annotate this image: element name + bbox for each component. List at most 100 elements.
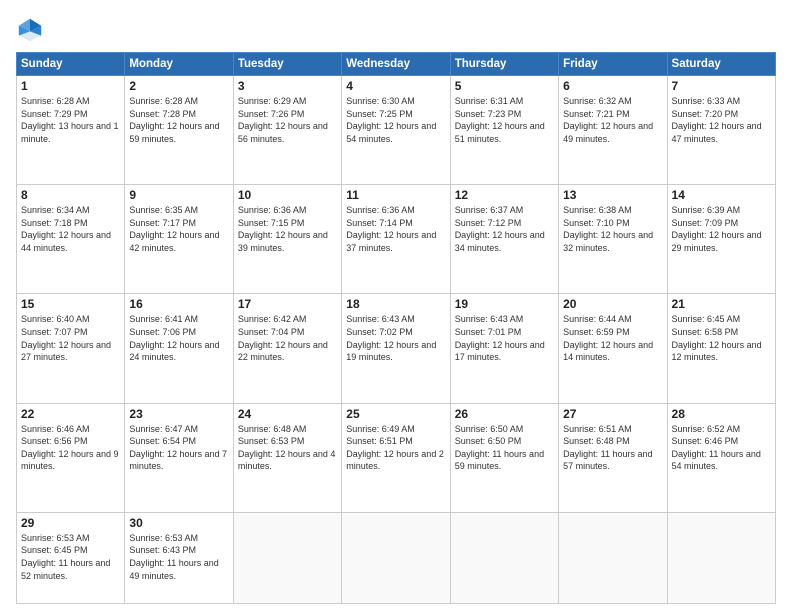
day-cell-22: 22 Sunrise: 6:46 AMSunset: 6:56 PMDaylig…: [17, 403, 125, 512]
day-number: 23: [129, 407, 228, 421]
day-cell-26: 26 Sunrise: 6:50 AMSunset: 6:50 PMDaylig…: [450, 403, 558, 512]
day-cell-23: 23 Sunrise: 6:47 AMSunset: 6:54 PMDaylig…: [125, 403, 233, 512]
day-info: Sunrise: 6:44 AMSunset: 6:59 PMDaylight:…: [563, 314, 653, 362]
day-info: Sunrise: 6:38 AMSunset: 7:10 PMDaylight:…: [563, 205, 653, 253]
day-cell-24: 24 Sunrise: 6:48 AMSunset: 6:53 PMDaylig…: [233, 403, 341, 512]
day-cell-6: 6 Sunrise: 6:32 AMSunset: 7:21 PMDayligh…: [559, 76, 667, 185]
day-cell-7: 7 Sunrise: 6:33 AMSunset: 7:20 PMDayligh…: [667, 76, 775, 185]
day-number: 19: [455, 297, 554, 311]
empty-cell: [342, 512, 450, 603]
day-cell-20: 20 Sunrise: 6:44 AMSunset: 6:59 PMDaylig…: [559, 294, 667, 403]
day-number: 11: [346, 188, 445, 202]
header-thursday: Thursday: [450, 53, 558, 76]
logo-icon: [16, 16, 44, 44]
empty-cell: [559, 512, 667, 603]
day-cell-15: 15 Sunrise: 6:40 AMSunset: 7:07 PMDaylig…: [17, 294, 125, 403]
day-info: Sunrise: 6:49 AMSunset: 6:51 PMDaylight:…: [346, 424, 444, 472]
page: SundayMondayTuesdayWednesdayThursdayFrid…: [0, 0, 792, 612]
day-number: 29: [21, 516, 120, 530]
header-wednesday: Wednesday: [342, 53, 450, 76]
day-info: Sunrise: 6:35 AMSunset: 7:17 PMDaylight:…: [129, 205, 219, 253]
day-number: 3: [238, 79, 337, 93]
day-cell-14: 14 Sunrise: 6:39 AMSunset: 7:09 PMDaylig…: [667, 185, 775, 294]
day-info: Sunrise: 6:47 AMSunset: 6:54 PMDaylight:…: [129, 424, 227, 472]
day-cell-9: 9 Sunrise: 6:35 AMSunset: 7:17 PMDayligh…: [125, 185, 233, 294]
day-info: Sunrise: 6:36 AMSunset: 7:14 PMDaylight:…: [346, 205, 436, 253]
day-cell-13: 13 Sunrise: 6:38 AMSunset: 7:10 PMDaylig…: [559, 185, 667, 294]
header-friday: Friday: [559, 53, 667, 76]
day-info: Sunrise: 6:36 AMSunset: 7:15 PMDaylight:…: [238, 205, 328, 253]
day-cell-27: 27 Sunrise: 6:51 AMSunset: 6:48 PMDaylig…: [559, 403, 667, 512]
day-cell-4: 4 Sunrise: 6:30 AMSunset: 7:25 PMDayligh…: [342, 76, 450, 185]
week-row-3: 15 Sunrise: 6:40 AMSunset: 7:07 PMDaylig…: [17, 294, 776, 403]
header-tuesday: Tuesday: [233, 53, 341, 76]
day-info: Sunrise: 6:52 AMSunset: 6:46 PMDaylight:…: [672, 424, 761, 472]
day-info: Sunrise: 6:40 AMSunset: 7:07 PMDaylight:…: [21, 314, 111, 362]
week-row-4: 22 Sunrise: 6:46 AMSunset: 6:56 PMDaylig…: [17, 403, 776, 512]
day-number: 2: [129, 79, 228, 93]
day-info: Sunrise: 6:34 AMSunset: 7:18 PMDaylight:…: [21, 205, 111, 253]
day-number: 6: [563, 79, 662, 93]
day-info: Sunrise: 6:29 AMSunset: 7:26 PMDaylight:…: [238, 96, 328, 144]
day-info: Sunrise: 6:39 AMSunset: 7:09 PMDaylight:…: [672, 205, 762, 253]
day-number: 1: [21, 79, 120, 93]
day-info: Sunrise: 6:43 AMSunset: 7:01 PMDaylight:…: [455, 314, 545, 362]
empty-cell: [233, 512, 341, 603]
logo: [16, 16, 48, 44]
day-info: Sunrise: 6:31 AMSunset: 7:23 PMDaylight:…: [455, 96, 545, 144]
day-number: 12: [455, 188, 554, 202]
day-cell-12: 12 Sunrise: 6:37 AMSunset: 7:12 PMDaylig…: [450, 185, 558, 294]
header-saturday: Saturday: [667, 53, 775, 76]
week-row-2: 8 Sunrise: 6:34 AMSunset: 7:18 PMDayligh…: [17, 185, 776, 294]
day-info: Sunrise: 6:32 AMSunset: 7:21 PMDaylight:…: [563, 96, 653, 144]
day-number: 26: [455, 407, 554, 421]
empty-cell: [450, 512, 558, 603]
day-cell-29: 29 Sunrise: 6:53 AMSunset: 6:45 PMDaylig…: [17, 512, 125, 603]
day-number: 13: [563, 188, 662, 202]
day-cell-16: 16 Sunrise: 6:41 AMSunset: 7:06 PMDaylig…: [125, 294, 233, 403]
day-info: Sunrise: 6:42 AMSunset: 7:04 PMDaylight:…: [238, 314, 328, 362]
day-info: Sunrise: 6:53 AMSunset: 6:43 PMDaylight:…: [129, 533, 218, 581]
day-number: 14: [672, 188, 771, 202]
day-number: 10: [238, 188, 337, 202]
day-info: Sunrise: 6:53 AMSunset: 6:45 PMDaylight:…: [21, 533, 110, 581]
day-info: Sunrise: 6:28 AMSunset: 7:28 PMDaylight:…: [129, 96, 219, 144]
day-cell-1: 1 Sunrise: 6:28 AMSunset: 7:29 PMDayligh…: [17, 76, 125, 185]
day-info: Sunrise: 6:48 AMSunset: 6:53 PMDaylight:…: [238, 424, 336, 472]
week-row-5: 29 Sunrise: 6:53 AMSunset: 6:45 PMDaylig…: [17, 512, 776, 603]
day-info: Sunrise: 6:30 AMSunset: 7:25 PMDaylight:…: [346, 96, 436, 144]
day-info: Sunrise: 6:50 AMSunset: 6:50 PMDaylight:…: [455, 424, 544, 472]
day-info: Sunrise: 6:45 AMSunset: 6:58 PMDaylight:…: [672, 314, 762, 362]
calendar-header-row: SundayMondayTuesdayWednesdayThursdayFrid…: [17, 53, 776, 76]
day-cell-21: 21 Sunrise: 6:45 AMSunset: 6:58 PMDaylig…: [667, 294, 775, 403]
day-number: 5: [455, 79, 554, 93]
day-cell-8: 8 Sunrise: 6:34 AMSunset: 7:18 PMDayligh…: [17, 185, 125, 294]
day-number: 20: [563, 297, 662, 311]
day-number: 8: [21, 188, 120, 202]
day-number: 17: [238, 297, 337, 311]
day-number: 7: [672, 79, 771, 93]
day-number: 24: [238, 407, 337, 421]
day-number: 4: [346, 79, 445, 93]
day-cell-30: 30 Sunrise: 6:53 AMSunset: 6:43 PMDaylig…: [125, 512, 233, 603]
day-info: Sunrise: 6:43 AMSunset: 7:02 PMDaylight:…: [346, 314, 436, 362]
day-number: 22: [21, 407, 120, 421]
day-cell-28: 28 Sunrise: 6:52 AMSunset: 6:46 PMDaylig…: [667, 403, 775, 512]
header-sunday: Sunday: [17, 53, 125, 76]
day-info: Sunrise: 6:33 AMSunset: 7:20 PMDaylight:…: [672, 96, 762, 144]
day-info: Sunrise: 6:51 AMSunset: 6:48 PMDaylight:…: [563, 424, 652, 472]
day-cell-19: 19 Sunrise: 6:43 AMSunset: 7:01 PMDaylig…: [450, 294, 558, 403]
day-info: Sunrise: 6:28 AMSunset: 7:29 PMDaylight:…: [21, 96, 119, 144]
day-cell-10: 10 Sunrise: 6:36 AMSunset: 7:15 PMDaylig…: [233, 185, 341, 294]
header: [16, 12, 776, 44]
day-number: 16: [129, 297, 228, 311]
day-cell-3: 3 Sunrise: 6:29 AMSunset: 7:26 PMDayligh…: [233, 76, 341, 185]
day-number: 15: [21, 297, 120, 311]
day-info: Sunrise: 6:46 AMSunset: 6:56 PMDaylight:…: [21, 424, 119, 472]
day-info: Sunrise: 6:37 AMSunset: 7:12 PMDaylight:…: [455, 205, 545, 253]
day-cell-2: 2 Sunrise: 6:28 AMSunset: 7:28 PMDayligh…: [125, 76, 233, 185]
day-cell-5: 5 Sunrise: 6:31 AMSunset: 7:23 PMDayligh…: [450, 76, 558, 185]
header-monday: Monday: [125, 53, 233, 76]
day-number: 27: [563, 407, 662, 421]
day-cell-18: 18 Sunrise: 6:43 AMSunset: 7:02 PMDaylig…: [342, 294, 450, 403]
